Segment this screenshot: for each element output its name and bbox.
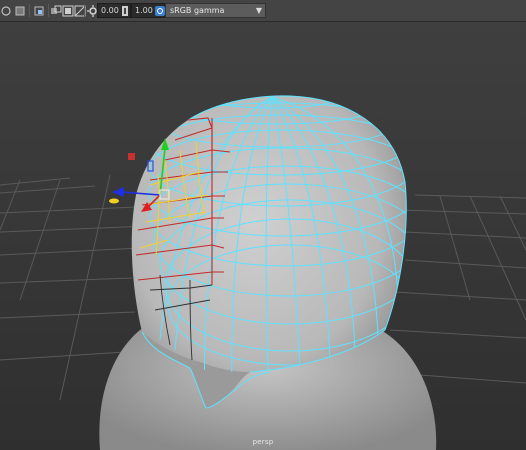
pivot-handle-icon xyxy=(128,153,135,160)
frame-icon[interactable] xyxy=(33,3,45,18)
viewport-toolbar: 0.00 1.00 sRGB gamma ▼ xyxy=(0,0,526,22)
viewport-3d[interactable]: persp xyxy=(0,22,526,450)
separator xyxy=(48,4,49,17)
maya-app: 0.00 1.00 sRGB gamma ▼ persp xyxy=(0,0,526,450)
isolate-icon[interactable] xyxy=(50,3,62,18)
camera-label: persp xyxy=(252,438,274,446)
separator xyxy=(29,4,30,17)
gamma-icon[interactable] xyxy=(119,3,131,18)
color-space-dropdown[interactable]: sRGB gamma ▼ xyxy=(165,3,266,18)
rotate-handle-icon xyxy=(109,198,119,204)
shade-icon[interactable] xyxy=(14,3,26,18)
color-space-label: sRGB gamma xyxy=(170,6,225,15)
display-icon[interactable] xyxy=(0,3,12,18)
z-axis-arrow-icon xyxy=(112,187,124,197)
chevron-down-icon: ▼ xyxy=(255,6,262,15)
separator xyxy=(84,4,85,17)
xray-icon[interactable] xyxy=(62,3,74,18)
